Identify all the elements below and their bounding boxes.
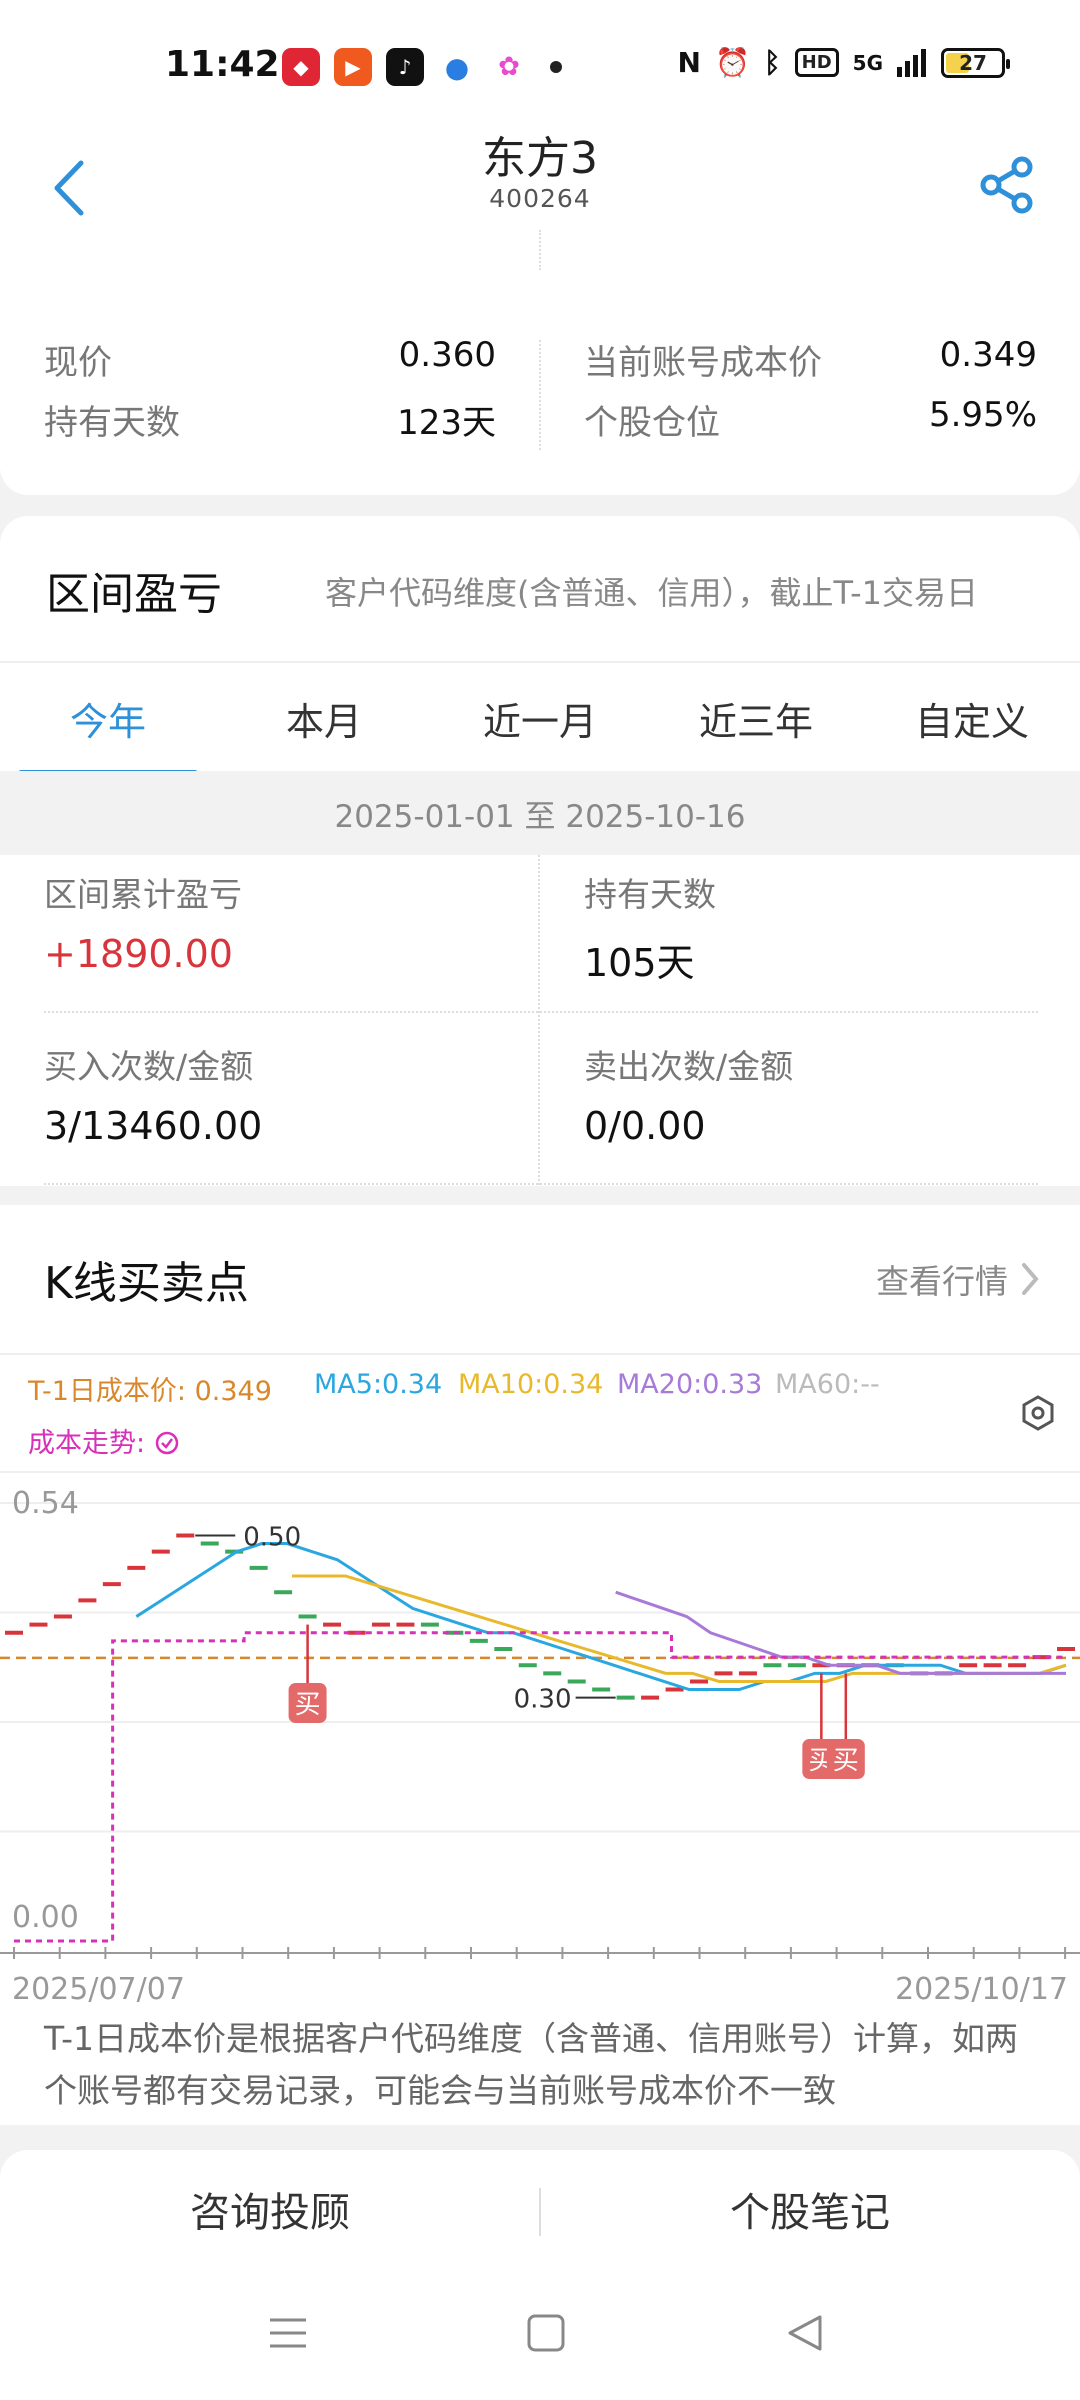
buy-label: 买: [833, 1746, 859, 1776]
app-red-icon: ◆: [282, 48, 320, 86]
nfc-icon: N: [677, 46, 701, 79]
tab-last-three-years[interactable]: 近三年: [648, 663, 864, 773]
cum-pnl-stat: 区间累计盈亏 +1890.00: [44, 868, 534, 976]
system-icons: N ⏰ ᛒ HD 5G 27: [677, 46, 1010, 79]
share-icon: [980, 156, 1033, 214]
tab-this-year[interactable]: 今年: [0, 663, 216, 776]
holding-days-row: 持有天数 123天: [44, 395, 496, 444]
position-ratio-row: 个股仓位 5.95%: [584, 395, 1037, 443]
stock-notes-button[interactable]: 个股笔记: [540, 2150, 1080, 2268]
holding-days-value: 123天: [397, 403, 496, 443]
trend-check-icon: [155, 1431, 178, 1455]
video-app-icon: ▶: [334, 48, 372, 86]
tiktok-icon: ♪: [386, 48, 424, 86]
home-square-icon: [527, 2314, 565, 2352]
chart-settings-icon[interactable]: [1018, 1393, 1058, 1433]
legend-ma10: MA10:0.34: [458, 1369, 604, 1400]
hold-days-stat: 持有天数 105天: [584, 868, 1074, 987]
buy-stat: 买入次数/金额 3/13460.00: [44, 1040, 534, 1148]
cost-footnote: T-1日成本价是根据客户代码维度（含普通、信用账号）计算，如两个账号都有交易记录…: [44, 2019, 1019, 2110]
x-label-start: 2025/07/07: [12, 1972, 185, 2007]
section-note: 客户代码维度(含普通、信用），截止T-1交易日: [325, 574, 979, 612]
tab-custom[interactable]: 自定义: [864, 663, 1080, 773]
section-title: 区间盈亏: [46, 569, 222, 620]
current-price-value: 0.360: [398, 335, 496, 375]
cum-pnl-value: +1890.00: [44, 932, 233, 976]
chart-legend: T-1日成本价: 0.349 MA5:0.34 MA10:0.34 MA20:0…: [0, 1353, 1080, 1473]
series-ma5: [135, 1542, 1067, 1692]
nav-back-button[interactable]: [754, 2288, 854, 2378]
kline-chart-svg: 0.500.30买买买0.540.002025/07/07 2025/10/17: [0, 1486, 1080, 2007]
system-nav-bar: [0, 2268, 1080, 2400]
signal-icon: [897, 48, 926, 77]
flower-app-icon: ✿: [490, 48, 528, 86]
y-tick-min: 0.00: [12, 1900, 79, 1935]
account-cost-row: 当前账号成本价 0.349: [584, 335, 1037, 383]
kline-title: K线买卖点: [44, 1258, 249, 1309]
consult-advisor-button[interactable]: 咨询投顾: [0, 2150, 540, 2268]
high-label: 0.50: [243, 1522, 301, 1552]
tab-last-month[interactable]: 近一月: [432, 663, 648, 773]
series-ma10: [292, 1574, 1067, 1683]
legend-ma20: MA20:0.33: [617, 1369, 763, 1400]
view-market-link[interactable]: 查看行情: [876, 1255, 1040, 1303]
buy-label: 买: [295, 1690, 321, 1720]
sell-stat: 卖出次数/金额 0/0.00: [584, 1040, 1074, 1148]
stock-code: 400264: [489, 184, 591, 213]
status-time: 11:42: [165, 44, 280, 85]
status-bar: 11:42 ◆ ▶ ♪ ● ✿ N ⏰ ᛒ HD 5G 27: [0, 0, 1080, 120]
bottom-action-bar: 咨询投顾 个股笔记: [0, 2150, 1080, 2268]
x-label-end: 2025/10/17: [895, 1972, 1068, 2007]
kline-trade-points-card: K线买卖点 查看行情 T-1日成本价: 0.349 MA5:0.34 MA10:…: [0, 1205, 1080, 2125]
interval-pnl-card: 区间盈亏 客户代码维度(含普通、信用），截止T-1交易日 今年 本月 近一月 近…: [0, 516, 1080, 1186]
buy-value: 3/13460.00: [44, 1104, 263, 1148]
back-triangle-icon: [788, 2315, 822, 2351]
blue-app-icon: ●: [438, 48, 476, 86]
kline-chart[interactable]: 0.50 0.30 买买买 0.54 0.00 2025/07/07 2025/10/17: [0, 1473, 1080, 2013]
hd-icon: HD: [794, 48, 839, 77]
position-summary-card: 现价 0.360 持有天数 123天 当前账号成本价 0.349 个股仓位 5.…: [0, 295, 1080, 495]
more-notifications-icon: [550, 61, 562, 73]
y-tick-max: 0.54: [12, 1486, 79, 1521]
legend-ma60: MA60:--: [775, 1369, 880, 1400]
legend-ma5: MA5:0.34: [314, 1369, 443, 1400]
series-cost-trend: [14, 1631, 1066, 1943]
chevron-right-icon: [1022, 1263, 1039, 1295]
share-button[interactable]: [972, 140, 1042, 230]
nav-home-button[interactable]: [496, 2288, 596, 2378]
menu-icon: [270, 2318, 306, 2348]
legend-cost: T-1日成本价: 0.349: [28, 1376, 272, 1407]
legend-cost-trend: 成本走势:: [28, 1421, 180, 1460]
top-header: 东方3 400264: [0, 120, 1080, 295]
network-label: 5G: [852, 50, 883, 75]
bluetooth-icon: ᛒ: [763, 46, 781, 79]
sell-value: 0/0.00: [584, 1104, 706, 1148]
nav-menu-button[interactable]: [238, 2288, 338, 2378]
position-ratio-value: 5.95%: [928, 395, 1037, 435]
low-label: 0.30: [514, 1685, 572, 1715]
stock-name: 东方3: [482, 133, 598, 184]
series-ma20: [615, 1590, 1066, 1675]
account-cost-value: 0.349: [939, 335, 1037, 375]
hold-days-value: 105天: [584, 941, 695, 985]
notification-icons: ◆ ▶ ♪ ● ✿: [282, 48, 562, 86]
tab-this-month[interactable]: 本月: [216, 663, 432, 773]
date-range: 2025-01-01 至 2025-10-16: [0, 771, 1080, 855]
battery-icon: 27: [941, 47, 1010, 78]
period-tabs: 今年 本月 近一月 近三年 自定义: [0, 661, 1080, 776]
alarm-icon: ⏰: [714, 46, 750, 79]
current-price-row: 现价 0.360: [44, 335, 496, 383]
